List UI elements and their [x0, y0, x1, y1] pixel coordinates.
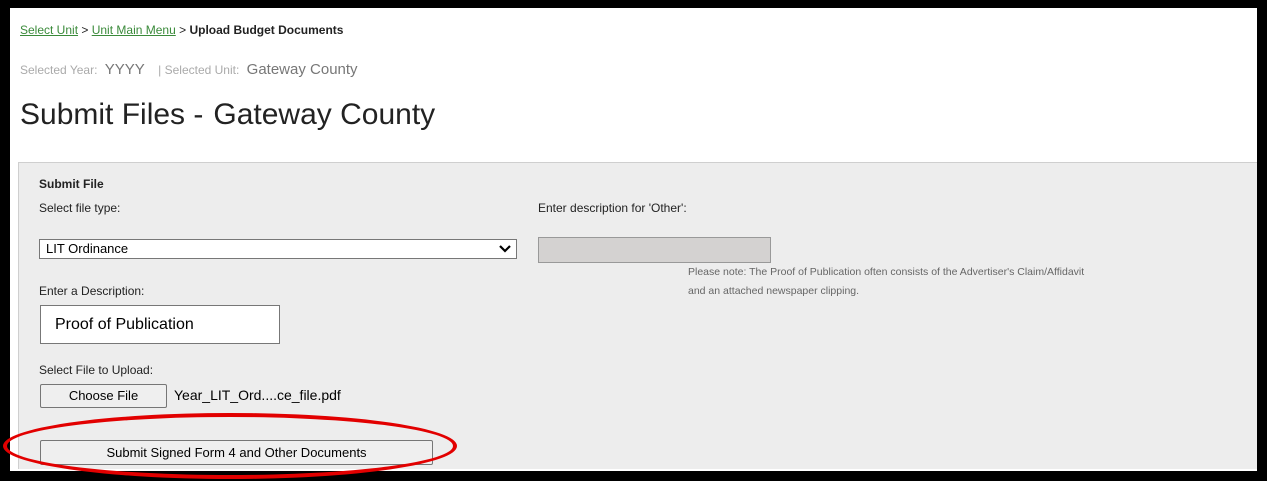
selected-year-value: YYYY: [104, 61, 145, 78]
breadcrumb-separator: >: [78, 23, 92, 37]
file-type-selected-value: LIT Ordinance: [46, 241, 129, 256]
breadcrumb-current: Upload Budget Documents: [189, 23, 344, 37]
choose-file-button[interactable]: Choose File: [40, 384, 167, 408]
file-type-select[interactable]: LIT Ordinance: [39, 239, 517, 259]
selected-unit-value: Gateway County: [246, 61, 358, 78]
note-line-2: and an attached newspaper clipping.: [688, 285, 860, 297]
selected-file-name: Year_LIT_Ord....ce_file.pdf: [174, 387, 341, 403]
page-title-prefix: Submit Files -: [20, 98, 204, 131]
description-input[interactable]: Proof of Publication: [40, 305, 280, 344]
selection-info: Selected Year: YYYY | Selected Unit: Gat…: [20, 61, 358, 78]
description-label: Enter a Description:: [39, 284, 145, 298]
breadcrumb: Select Unit > Unit Main Menu > Upload Bu…: [20, 23, 343, 37]
breadcrumb-link-unit-main-menu[interactable]: Unit Main Menu: [92, 23, 176, 37]
proof-of-publication-note: Please note: The Proof of Publication of…: [688, 263, 1256, 301]
selected-year-label: Selected Year:: [20, 63, 98, 77]
other-description-label: Enter description for 'Other':: [538, 201, 687, 215]
breadcrumb-link-select-unit[interactable]: Select Unit: [20, 23, 78, 37]
breadcrumb-separator: >: [175, 23, 190, 37]
selected-unit-label: Selected Unit:: [164, 63, 240, 77]
file-type-label: Select file type:: [39, 201, 121, 215]
note-line-1: Please note: The Proof of Publication of…: [688, 266, 1085, 278]
page-frame: Select Unit > Unit Main Menu > Upload Bu…: [10, 8, 1257, 471]
other-description-input[interactable]: [538, 237, 771, 263]
page-title: Submit Files - Gateway County: [20, 98, 435, 132]
highlight-oval-annotation: [3, 413, 457, 479]
chevron-down-icon: [498, 240, 512, 263]
file-upload-label: Select File to Upload:: [39, 363, 154, 377]
page-title-unit: Gateway County: [213, 98, 436, 131]
section-title: Submit File: [39, 177, 104, 191]
selection-separator: |: [158, 63, 162, 77]
